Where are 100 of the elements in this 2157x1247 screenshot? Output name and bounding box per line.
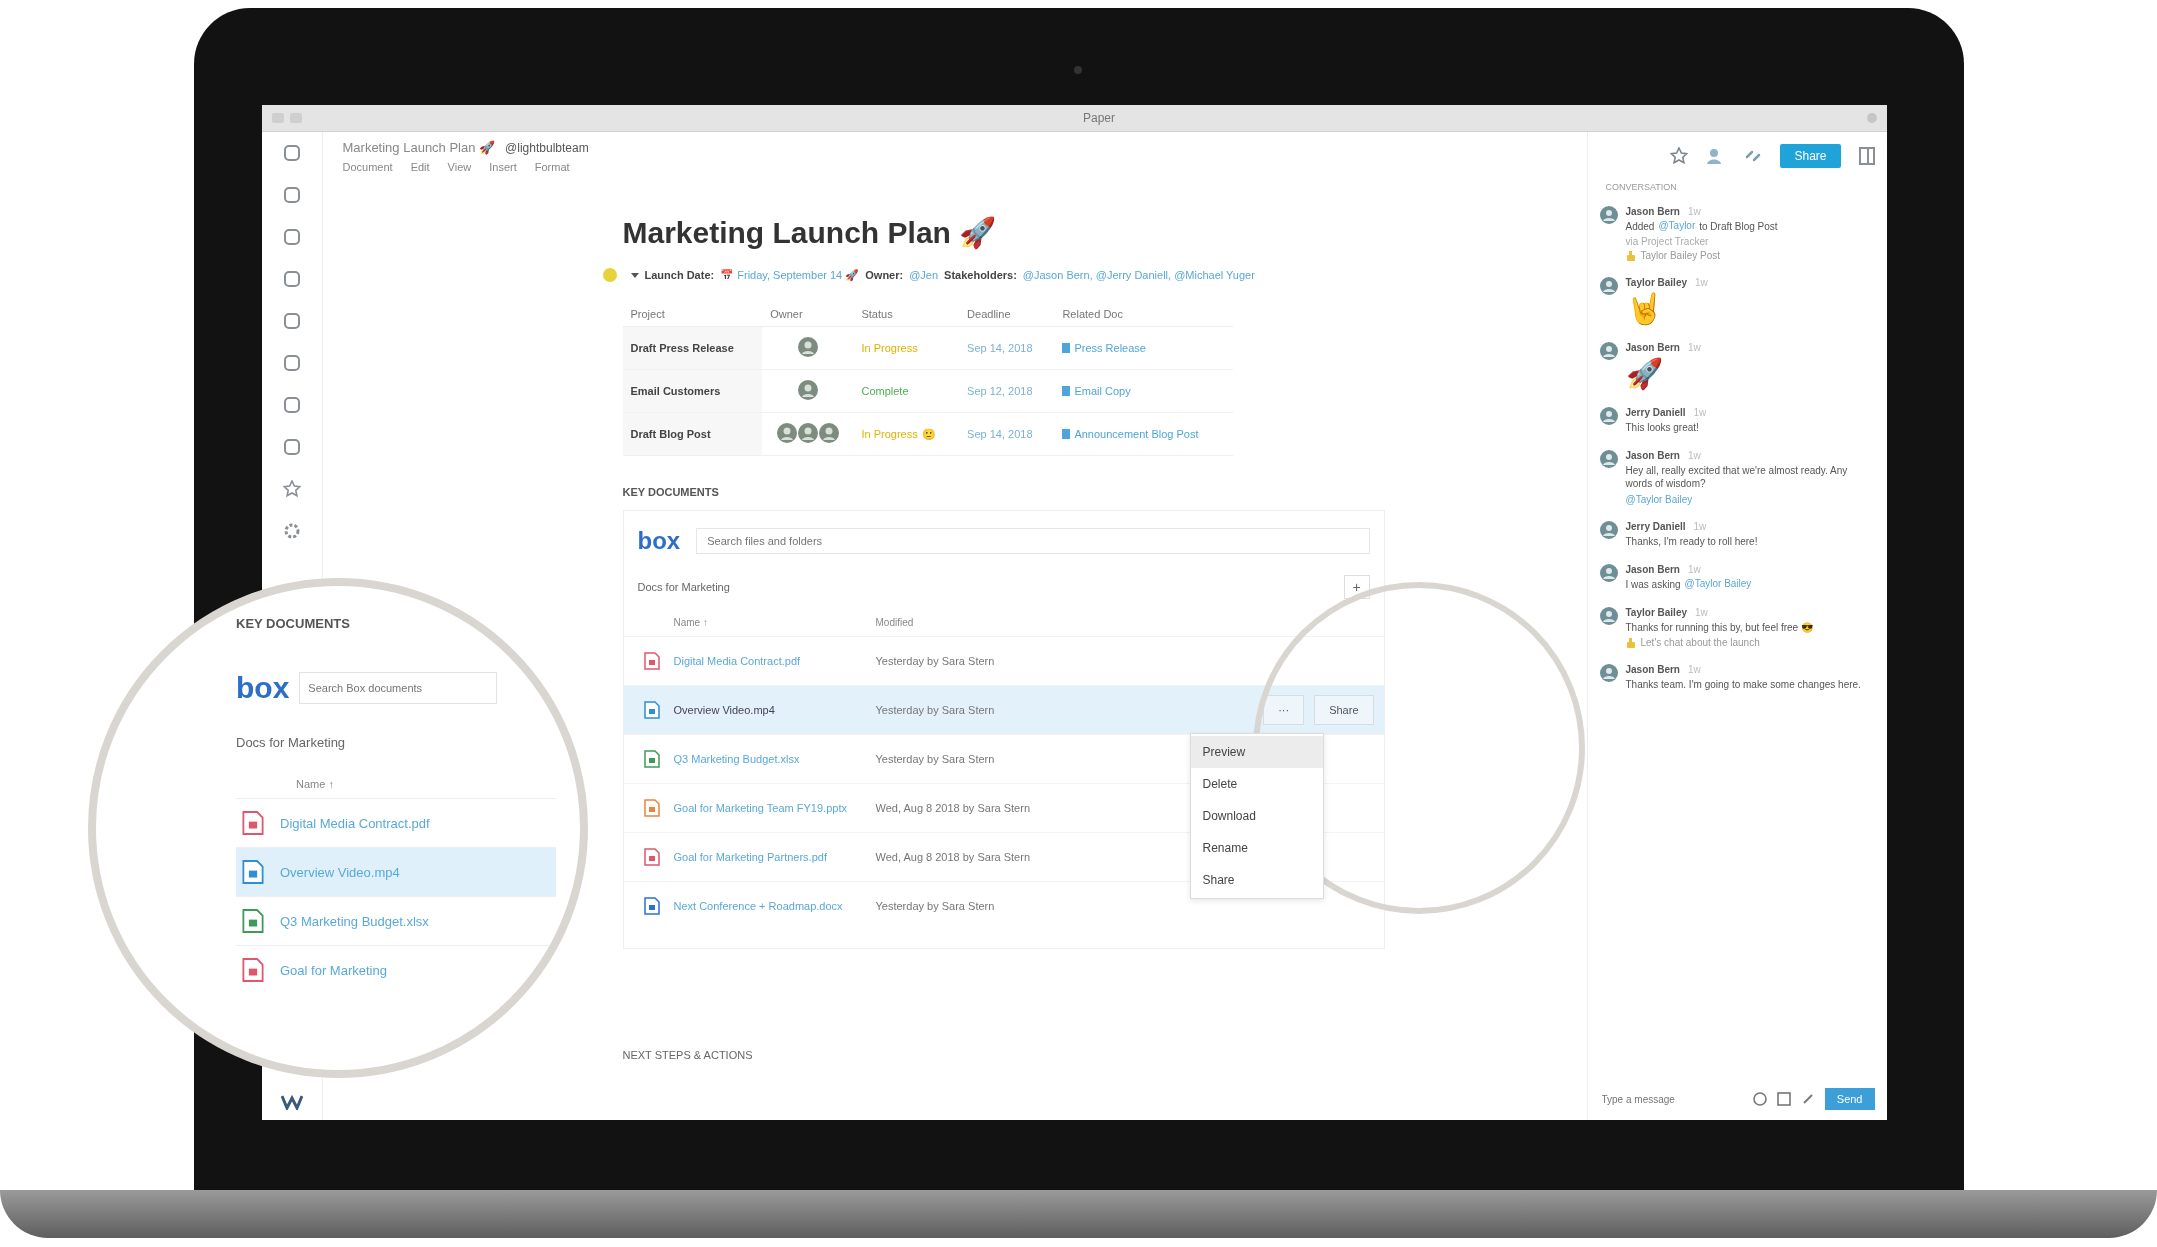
menu-item[interactable]: Insert [489, 161, 517, 173]
avatar-icon [797, 337, 818, 357]
file-icon [643, 652, 660, 670]
comment-author: Jason Bern [1625, 342, 1680, 353]
file-name[interactable]: Digital Media Contract.pdf [673, 655, 876, 667]
file-name[interactable]: Goal for Marketing [280, 962, 387, 978]
file-row[interactable]: Goal for Marketing [236, 945, 556, 994]
menu-item[interactable]: Rename [1190, 832, 1323, 864]
sidebar-icon[interactable] [282, 354, 301, 372]
sidebar-icon[interactable] [282, 438, 301, 456]
column-header: Related Doc [1054, 302, 1233, 327]
meta-value[interactable]: @Jen [909, 269, 939, 281]
share-button[interactable]: Share [1314, 695, 1374, 725]
file-row[interactable]: Overview Video.mp4 [236, 847, 556, 896]
sidebar-icon[interactable] [282, 270, 301, 288]
sidebar-icon[interactable] [282, 396, 301, 414]
panel-icon[interactable] [1858, 147, 1875, 165]
team-mention[interactable]: @lightbulbteam [505, 140, 589, 155]
column-header: Status [853, 302, 960, 327]
sidebar-icon[interactable] [282, 144, 301, 162]
avatar-icon [1599, 564, 1618, 582]
comment-time: 1w [1693, 407, 1707, 418]
meta-value[interactable]: 📅 Friday, September 14 🚀 [720, 268, 860, 282]
file-name[interactable]: Overview Video.mp4 [280, 864, 400, 880]
file-icon [643, 799, 660, 817]
file-name[interactable]: Overview Video.mp4 [673, 704, 876, 716]
file-icon [643, 701, 660, 719]
avatar-icon [1599, 206, 1618, 224]
file-icon [242, 957, 264, 983]
avatar-icon [1599, 407, 1618, 425]
file-row[interactable]: Q3 Marketing Budget.xlsx [236, 896, 556, 945]
comment-text: I was asking [1625, 578, 1681, 591]
project-cell: Draft Press Release [622, 326, 763, 370]
file-name[interactable]: Goal for Marketing Partners.pdf [673, 851, 876, 863]
search-field[interactable]: Search files and folders [696, 528, 1370, 554]
column-header: Deadline [959, 302, 1055, 327]
menu-item[interactable]: Download [1190, 800, 1323, 832]
menu-item[interactable]: Format [534, 161, 570, 173]
search-field[interactable]: Search Box documents [299, 672, 498, 704]
doc-link[interactable]: Email Copy [1074, 384, 1131, 397]
avatar-icon [1599, 607, 1618, 625]
send-button[interactable]: Send [1824, 1088, 1875, 1110]
logo-icon[interactable] [280, 1094, 303, 1110]
folder-name: Docs for Marketing [637, 581, 730, 593]
comment-text: Hey all, really excited that we're almost ready. Any words of wisdom? [1625, 464, 1849, 490]
menu-item[interactable]: View [447, 161, 472, 173]
column-header: Project [622, 302, 763, 327]
attachment-link[interactable]: Taylor Bailey Post [1640, 250, 1720, 261]
doc-link[interactable]: Press Release [1074, 341, 1146, 354]
column-header[interactable]: Modified [875, 617, 914, 628]
attachment-link[interactable]: Let's chat about the launch [1640, 637, 1760, 648]
column-header: Owner [762, 302, 854, 327]
comment-time: 1w [1695, 277, 1708, 288]
conversation-heading: CONVERSATION [1605, 182, 1678, 192]
star-icon[interactable] [1670, 147, 1689, 165]
comment-time: 1w [1687, 664, 1701, 675]
document-path[interactable]: Marketing Launch Plan 🚀 [342, 140, 496, 155]
box-logo: box [637, 527, 681, 555]
file-name[interactable]: Digital Media Contract.pdf [280, 815, 430, 831]
comment-text: Added [1625, 220, 1655, 233]
more-button[interactable]: ··· [1263, 695, 1305, 725]
share-button[interactable]: Share [1780, 144, 1841, 168]
mention-link[interactable]: @Taylor Bailey [1684, 578, 1752, 591]
comment-author: Jerry Daniell [1625, 521, 1686, 532]
sidebar-icon[interactable] [282, 186, 301, 204]
emoji-reaction: 🤘 [1625, 291, 1664, 326]
file-name[interactable]: Next Conference + Roadmap.docx [673, 900, 876, 912]
sidebar-icon[interactable] [282, 312, 301, 330]
mention-link[interactable]: @Taylor [1658, 220, 1696, 233]
image-icon[interactable] [1776, 1092, 1791, 1106]
document-icon [1062, 385, 1071, 396]
emoji-icon[interactable] [1752, 1092, 1767, 1106]
doc-link[interactable]: Announcement Blog Post [1074, 427, 1199, 440]
menu-item[interactable]: Document [342, 161, 393, 173]
star-icon[interactable] [282, 480, 301, 498]
thumbs-up-icon [1625, 250, 1636, 261]
column-header[interactable]: Name ↑ [296, 778, 556, 790]
status-label: In Progress [861, 342, 918, 354]
menu-item[interactable]: Edit [410, 161, 430, 173]
caret-icon[interactable] [630, 272, 639, 278]
status-emoji: 🙂 [921, 427, 936, 440]
menu-item[interactable]: Preview [1190, 736, 1323, 768]
folder-name: Docs for Marketing [236, 735, 347, 750]
section-heading: KEY DOCUMENTS [622, 486, 720, 498]
column-header[interactable]: Name ↑ [673, 617, 876, 628]
thumbs-up-icon [1625, 637, 1636, 648]
file-name[interactable]: Q3 Marketing Budget.xlsx [280, 913, 429, 929]
sidebar-icon[interactable] [282, 228, 301, 246]
file-row[interactable]: Overview Video.mp4 Yesterday by Sara Stern ··· Share [623, 685, 1384, 734]
box-logo: box [236, 671, 290, 705]
meta-value[interactable]: @Jason Bern, @Jerry Daniell, @Michael Yuger [1022, 269, 1255, 281]
file-name[interactable]: Q3 Marketing Budget.xlsx [673, 753, 876, 765]
document-icon [1062, 342, 1071, 353]
comment-author: Jason Bern [1625, 564, 1680, 575]
file-name[interactable]: Goal for Marketing Team FY19.pptx [673, 802, 876, 814]
comment-time: 1w [1693, 521, 1707, 532]
comment-text: Thanks for running this by, but feel free 😎 [1625, 621, 1813, 634]
window-title: Paper [1082, 111, 1116, 125]
comment-text: Thanks, I'm ready to roll here! [1625, 535, 1758, 548]
mention-link[interactable]: @Taylor Bailey [1625, 494, 1693, 505]
